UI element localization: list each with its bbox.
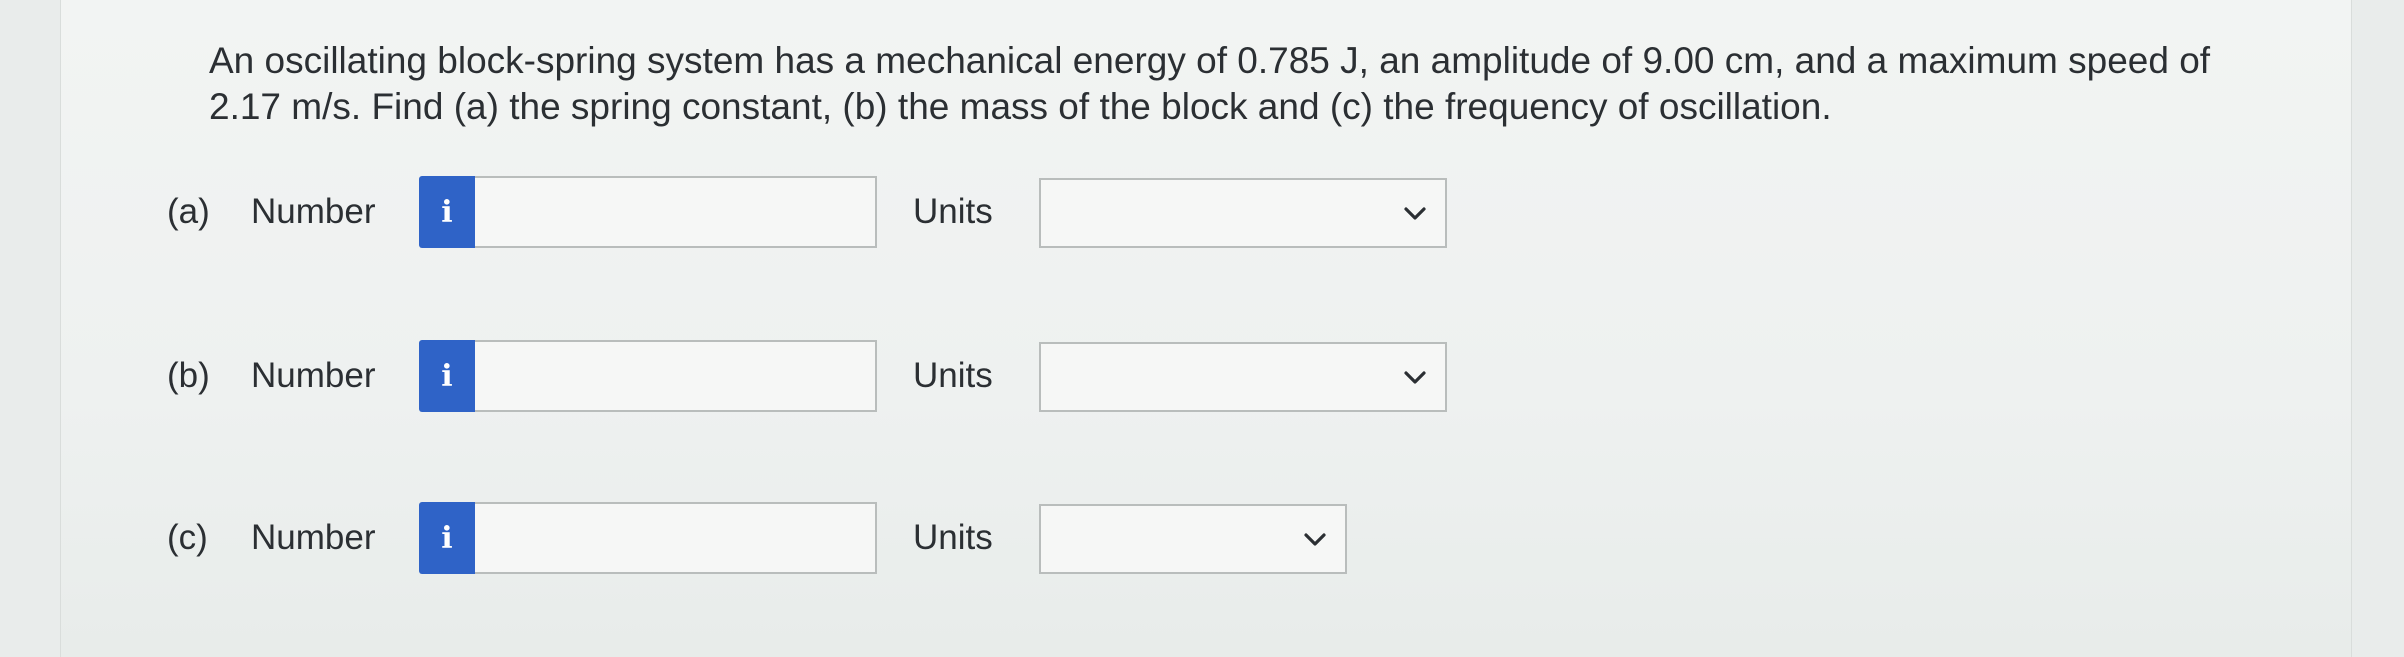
part-b-label: (b) <box>167 356 210 395</box>
info-icon: i <box>441 194 453 230</box>
part-c-units-select[interactable] <box>1039 504 1347 574</box>
part-c-row: (c) Number i Units <box>167 502 1347 574</box>
chevron-down-icon <box>1304 533 1326 546</box>
part-c-info-button[interactable]: i <box>419 502 475 574</box>
part-b-number-label: Number <box>251 356 376 395</box>
part-c-label: (c) <box>167 518 208 557</box>
part-a-info-button[interactable]: i <box>419 176 475 248</box>
part-a-row: (a) Number i Units <box>167 176 1447 248</box>
info-icon: i <box>441 520 453 556</box>
part-a-number-label: Number <box>251 192 376 231</box>
chevron-down-icon <box>1404 207 1426 220</box>
part-c-units-label: Units <box>913 518 993 557</box>
chevron-down-icon <box>1404 371 1426 384</box>
part-b-row: (b) Number i Units <box>167 340 1447 412</box>
question-text: An oscillating block-spring system has a… <box>209 40 2211 127</box>
part-a-label: (a) <box>167 192 210 231</box>
part-b-units-label: Units <box>913 356 993 395</box>
part-a-number-input[interactable] <box>475 176 877 248</box>
part-b-units-select[interactable] <box>1039 342 1447 412</box>
question-panel: An oscillating block-spring system has a… <box>60 0 2352 657</box>
part-a-units-label: Units <box>913 192 993 231</box>
info-icon: i <box>441 358 453 394</box>
part-c-number-input[interactable] <box>475 502 877 574</box>
part-a-units-select[interactable] <box>1039 178 1447 248</box>
part-b-number-input[interactable] <box>475 340 877 412</box>
part-c-number-label: Number <box>251 518 376 557</box>
part-b-info-button[interactable]: i <box>419 340 475 412</box>
